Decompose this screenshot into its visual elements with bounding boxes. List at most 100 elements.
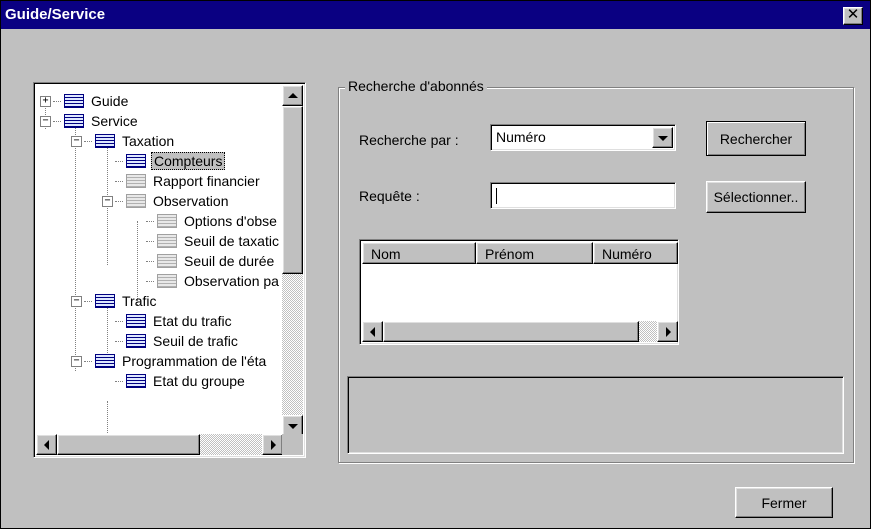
tree-item-label: Seuil de trafic xyxy=(153,333,238,349)
search-by-select[interactable]: Numéro xyxy=(490,124,676,151)
disabled-node-icon xyxy=(157,234,177,248)
info-panel xyxy=(347,376,844,454)
node-icon xyxy=(64,94,84,108)
close-icon[interactable]: ✕ xyxy=(843,7,863,25)
tree-connector xyxy=(53,120,61,122)
tree-item-label: Guide xyxy=(91,93,129,109)
disabled-node-icon xyxy=(126,194,146,208)
tree-connector xyxy=(115,160,123,162)
scroll-right-button[interactable] xyxy=(262,434,283,455)
tree-item-label: Observation xyxy=(153,193,229,209)
tree-connector xyxy=(115,180,123,182)
list-horizontal-scrollbar[interactable] xyxy=(362,321,678,342)
tree-item[interactable]: Seuil de trafic xyxy=(102,331,240,351)
close-button[interactable]: Fermer xyxy=(735,487,833,518)
tree-item-label: Compteurs xyxy=(151,152,226,170)
tree-connector xyxy=(84,140,92,142)
node-icon xyxy=(95,294,115,308)
tree-item-label: Seuil de durée xyxy=(184,253,275,269)
tree-item[interactable]: + Guide xyxy=(40,91,130,111)
tree-item-label: Options d'obse xyxy=(184,213,277,229)
list-scroll-left-button[interactable] xyxy=(362,321,383,342)
tree-item[interactable]: Observation pa xyxy=(133,271,281,291)
node-icon xyxy=(126,314,146,328)
tree-item-label: Seuil de taxatic xyxy=(184,233,279,249)
tree-connector xyxy=(115,380,123,382)
tree-item[interactable]: − Taxation xyxy=(71,131,176,151)
scroll-thumb[interactable] xyxy=(282,106,303,274)
list-scroll-thumb[interactable] xyxy=(383,321,639,342)
tree-item[interactable]: Seuil de taxatic xyxy=(133,231,281,251)
tree-vertical-scrollbar[interactable] xyxy=(282,85,303,436)
search-button[interactable]: Rechercher xyxy=(706,121,806,156)
collapse-minus-icon[interactable]: − xyxy=(71,135,82,147)
scroll-down-button[interactable] xyxy=(282,415,303,436)
tree-item[interactable]: Etat du trafic xyxy=(102,311,234,331)
arrow-right-icon xyxy=(665,326,671,337)
tree-connector xyxy=(115,340,123,342)
service-tree[interactable]: + Guide − Service − Taxation Compteurs Rapport … xyxy=(33,82,306,458)
scroll-up-button[interactable] xyxy=(282,85,303,106)
tree-item-label: Service xyxy=(91,113,138,129)
arrow-down-icon xyxy=(287,423,298,429)
text-caret xyxy=(496,188,497,204)
tree-item-label: Programmation de l'éta xyxy=(122,353,267,369)
column-header-nom[interactable]: Nom xyxy=(362,242,476,264)
tree-connector xyxy=(84,300,92,302)
node-icon xyxy=(126,334,146,348)
collapse-minus-icon[interactable]: − xyxy=(40,115,51,127)
disabled-node-icon xyxy=(157,214,177,228)
tree-item[interactable]: Options d'obse xyxy=(133,211,279,231)
tree-item[interactable]: − Observation xyxy=(102,191,230,211)
arrow-left-icon xyxy=(43,439,49,450)
tree-connector xyxy=(146,220,154,222)
list-header: Nom Prénom Numéro xyxy=(362,242,678,264)
list-scroll-right-button[interactable] xyxy=(657,321,678,342)
search-by-label: Recherche par : xyxy=(359,132,459,148)
tree-connector xyxy=(146,240,154,242)
node-icon xyxy=(126,374,146,388)
tree-connector xyxy=(53,100,61,102)
node-icon xyxy=(95,134,115,148)
query-label: Requête : xyxy=(359,188,420,204)
tree-item[interactable]: Compteurs xyxy=(102,151,226,171)
node-icon xyxy=(64,114,84,128)
chevron-down-icon xyxy=(657,135,668,141)
search-by-value: Numéro xyxy=(496,129,546,145)
collapse-minus-icon[interactable]: − xyxy=(102,195,113,207)
tree-item[interactable]: − Service xyxy=(40,111,140,131)
tree-item-label: Trafic xyxy=(122,293,157,309)
disabled-node-icon xyxy=(126,174,146,188)
tree-items: + Guide − Service − Taxation Compteurs Rapport … xyxy=(36,85,283,436)
group-label: Recherche d'abonnés xyxy=(345,78,487,94)
node-icon xyxy=(95,354,115,368)
tree-connector xyxy=(115,320,123,322)
disabled-node-icon xyxy=(157,254,177,268)
tree-item[interactable]: − Programmation de l'éta xyxy=(71,351,268,371)
tree-item[interactable]: Rapport financier xyxy=(102,171,262,191)
arrow-left-icon xyxy=(369,326,375,337)
subscriber-list[interactable]: Nom Prénom Numéro xyxy=(359,239,679,345)
query-input[interactable] xyxy=(490,182,676,209)
tree-item[interactable]: − Trafic xyxy=(71,291,158,311)
tree-item[interactable]: Seuil de durée xyxy=(133,251,276,271)
tree-item-label: Observation pa xyxy=(184,273,279,289)
expand-plus-icon[interactable]: + xyxy=(40,95,51,107)
column-header-prenom[interactable]: Prénom xyxy=(476,242,593,264)
scroll-thumb-horizontal[interactable] xyxy=(57,434,200,455)
guide-service-window: Guide/Service ✕ + Guide − Service − Taxation C… xyxy=(0,0,871,529)
tree-connector xyxy=(115,200,123,202)
tree-item-label: Taxation xyxy=(122,133,175,149)
arrow-right-icon xyxy=(270,439,276,450)
collapse-minus-icon[interactable]: − xyxy=(71,355,82,367)
tree-horizontal-scrollbar[interactable] xyxy=(36,434,283,455)
dropdown-button[interactable] xyxy=(652,127,673,148)
title-bar[interactable]: Guide/Service ✕ xyxy=(1,1,870,29)
column-header-numero[interactable]: Numéro xyxy=(593,242,678,264)
tree-item[interactable]: Etat du groupe xyxy=(102,371,247,391)
collapse-minus-icon[interactable]: − xyxy=(71,295,82,307)
tree-item-label: Rapport financier xyxy=(153,173,260,189)
select-button[interactable]: Sélectionner.. xyxy=(706,181,806,213)
tree-connector xyxy=(84,360,92,362)
scroll-left-button[interactable] xyxy=(36,434,57,455)
